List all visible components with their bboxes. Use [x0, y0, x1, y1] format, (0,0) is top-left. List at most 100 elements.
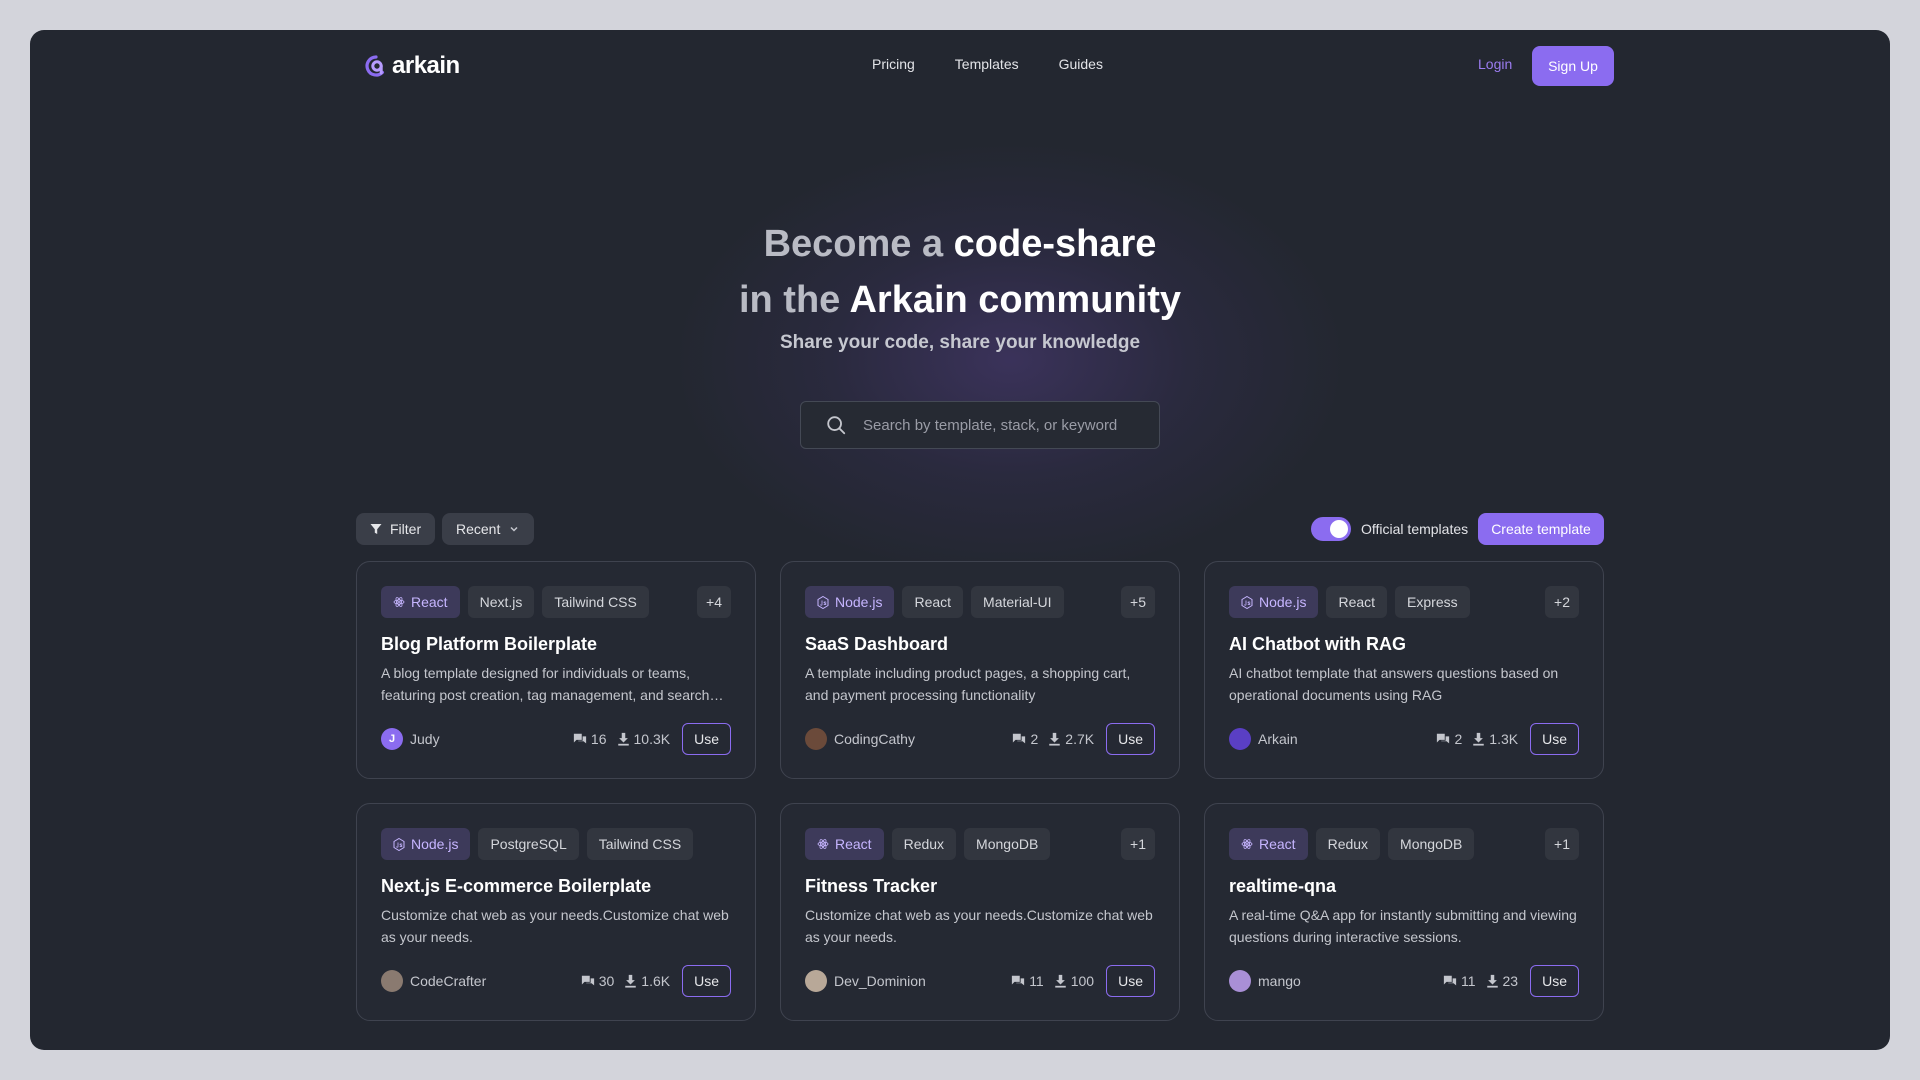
card-title[interactable]: AI Chatbot with RAG — [1229, 634, 1406, 655]
downloads-count: 1.6K — [641, 973, 671, 989]
card-footer: Arkain 2 1.3K Use — [1229, 723, 1579, 755]
search-input[interactable] — [863, 416, 1133, 434]
template-card[interactable]: Node.js React Express +2 AI Chatbot with RAG… — [1204, 561, 1604, 779]
author-name[interactable]: CodeCrafter — [410, 973, 486, 989]
nodejs-icon — [1241, 595, 1253, 609]
comment-icon — [581, 975, 594, 986]
tech-tag: React — [1326, 586, 1388, 618]
more-tags-badge: +2 — [1545, 586, 1579, 618]
hero-title-highlight: code-share — [953, 223, 1157, 265]
use-template-button[interactable]: Use — [1530, 965, 1579, 997]
tech-tag-label: MongoDB — [976, 836, 1039, 852]
arkain-logo-icon — [365, 55, 384, 77]
official-templates-toggle[interactable] — [1311, 517, 1351, 541]
react-icon — [393, 597, 405, 607]
card-title[interactable]: realtime-qna — [1229, 876, 1336, 897]
card-title[interactable]: Fitness Tracker — [805, 876, 937, 897]
downloads-count: 100 — [1070, 973, 1095, 989]
tech-tag-label: Tailwind CSS — [598, 836, 682, 852]
author-name[interactable]: Arkain — [1258, 731, 1298, 747]
author-name[interactable]: CodingCathy — [834, 731, 915, 747]
tech-tag-label: Express — [1407, 594, 1458, 610]
comments-count: 11 — [1460, 973, 1476, 989]
downloads-count: 10.3K — [633, 731, 671, 747]
tech-tag: Redux — [891, 828, 957, 860]
card-description: A real-time Q&A app for instantly submit… — [1229, 907, 1577, 945]
comments-stat: 11 — [1011, 973, 1044, 989]
logo[interactable]: arkain — [364, 52, 460, 80]
react-icon — [1241, 839, 1253, 849]
tech-tags: React Redux MongoDB +1 — [1229, 828, 1579, 860]
tech-tag-label: Redux — [903, 836, 945, 852]
hero-subtitle: Share your code, share your knowledge — [779, 332, 1141, 353]
signup-button[interactable]: Sign Up — [1532, 46, 1614, 86]
filter-label: Filter — [390, 521, 422, 537]
tech-tag-label: React — [411, 594, 448, 610]
tech-tag-label: React — [1259, 836, 1296, 852]
sort-dropdown[interactable]: Recent — [442, 513, 535, 545]
card-title[interactable]: SaaS Dashboard — [805, 634, 948, 655]
more-tags-badge: +1 — [1121, 828, 1155, 860]
author-name[interactable]: Dev_Dominion — [834, 973, 926, 989]
author-name[interactable]: mango — [1258, 973, 1301, 989]
template-card[interactable]: Node.js React Material-UI +5 SaaS Dashboard A… — [780, 561, 1180, 779]
comments-stat: 2 — [1012, 731, 1038, 747]
downloads-stat: 23 — [1486, 973, 1519, 989]
tech-tag: Node.js — [1229, 586, 1319, 618]
avatar — [805, 970, 827, 992]
nav-guides[interactable]: Guides — [1059, 56, 1103, 72]
downloads-stat: 100 — [1054, 973, 1094, 989]
author-name[interactable]: Judy — [410, 731, 440, 747]
tech-tags: Node.js React Express +2 — [1229, 586, 1579, 618]
main-nav: Pricing Templates Guides — [872, 56, 1103, 72]
hero-title-part: Become a — [763, 223, 954, 265]
tech-tags: React Redux MongoDB +1 — [805, 828, 1155, 860]
tech-tag: Tailwind CSS — [586, 828, 694, 860]
use-template-button[interactable]: Use — [682, 723, 731, 755]
tech-tag: MongoDB — [1388, 828, 1475, 860]
downloads-stat: 2.7K — [1048, 731, 1094, 747]
use-template-button[interactable]: Use — [1106, 965, 1155, 997]
avatar — [1229, 728, 1251, 750]
official-templates-label: Official templates — [1361, 521, 1469, 537]
search-bar[interactable] — [800, 401, 1160, 449]
comment-icon — [1013, 733, 1026, 744]
use-template-button[interactable]: Use — [1530, 723, 1579, 755]
use-template-button[interactable]: Use — [682, 965, 731, 997]
card-title[interactable]: Next.js E-commerce Boilerplate — [381, 876, 651, 897]
card-footer: CodingCathy 2 2.7K Use — [805, 723, 1155, 755]
create-template-button[interactable]: Create template — [1478, 513, 1604, 545]
template-card[interactable]: React Next.js Tailwind CSS +4 Blog Platform … — [356, 561, 756, 779]
tech-tag-label: PostgreSQL — [490, 836, 567, 852]
card-stats: 11 100 — [1011, 973, 1094, 989]
tech-tag-label: React — [914, 594, 952, 610]
card-stats: 11 23 — [1443, 973, 1518, 989]
comment-icon — [1443, 975, 1457, 986]
nav-pricing[interactable]: Pricing — [872, 56, 915, 72]
tech-tag: Express — [1395, 586, 1470, 618]
template-card[interactable]: Node.js PostgreSQL Tailwind CSS Next.js E-c… — [356, 803, 756, 1021]
tech-tag: Tailwind CSS — [542, 586, 649, 618]
card-stats: 16 10.3K — [573, 731, 670, 747]
tech-tag-label: Material-UI — [983, 594, 1052, 610]
comments-stat: 30 — [581, 973, 614, 989]
nav-templates[interactable]: Templates — [955, 56, 1019, 72]
login-link[interactable]: Login — [1478, 56, 1512, 72]
search-icon — [827, 416, 846, 435]
card-title[interactable]: Blog Platform Boilerplate — [381, 634, 597, 655]
card-footer: mango 11 23 Use — [1229, 965, 1579, 997]
avatar — [381, 970, 403, 992]
card-description: A template including product pages, a sh… — [805, 665, 1131, 703]
template-card[interactable]: React Redux MongoDB +1 Fitness Tracker Custom… — [780, 803, 1180, 1021]
tech-tag: Redux — [1315, 828, 1381, 860]
template-card[interactable]: React Redux MongoDB +1 realtime-qna A real-ti… — [1204, 803, 1604, 1021]
download-icon — [1473, 732, 1485, 746]
avatar — [805, 728, 827, 750]
comments-stat: 16 — [573, 731, 607, 747]
logo-text: arkain — [392, 52, 460, 79]
downloads-count: 23 — [1502, 973, 1519, 989]
tech-tags: Node.js PostgreSQL Tailwind CSS — [381, 828, 731, 860]
use-template-button[interactable]: Use — [1106, 723, 1155, 755]
filter-button[interactable]: Filter — [356, 513, 436, 545]
tech-tag-label: Tailwind CSS — [554, 594, 637, 610]
